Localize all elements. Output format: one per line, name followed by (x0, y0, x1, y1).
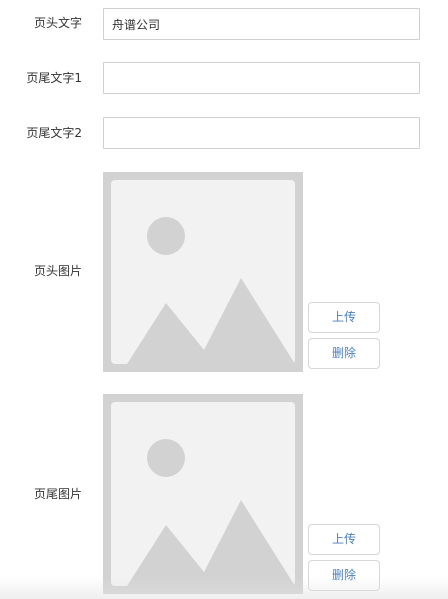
header-text-label: 页头文字 (33, 16, 82, 30)
header-image-delete-button[interactable]: 删除 (308, 338, 380, 369)
footer-text-1-input[interactable] (103, 62, 420, 94)
footer-text-2-input[interactable] (103, 117, 420, 149)
image-placeholder-icon (103, 172, 303, 372)
footer-image-delete-button[interactable]: 删除 (308, 560, 380, 591)
header-image-preview (103, 172, 303, 372)
footer-image-label: 页尾图片 (33, 487, 82, 501)
footer-image-upload-button[interactable]: 上传 (308, 524, 380, 555)
header-image-label: 页头图片 (33, 264, 82, 278)
header-text-input[interactable] (103, 8, 420, 40)
footer-text-2-label: 页尾文字2 (26, 126, 82, 140)
footer-text-1-label: 页尾文字1 (26, 71, 82, 85)
image-placeholder-icon (103, 394, 303, 594)
header-image-upload-button[interactable]: 上传 (308, 302, 380, 333)
footer-image-preview (103, 394, 303, 594)
